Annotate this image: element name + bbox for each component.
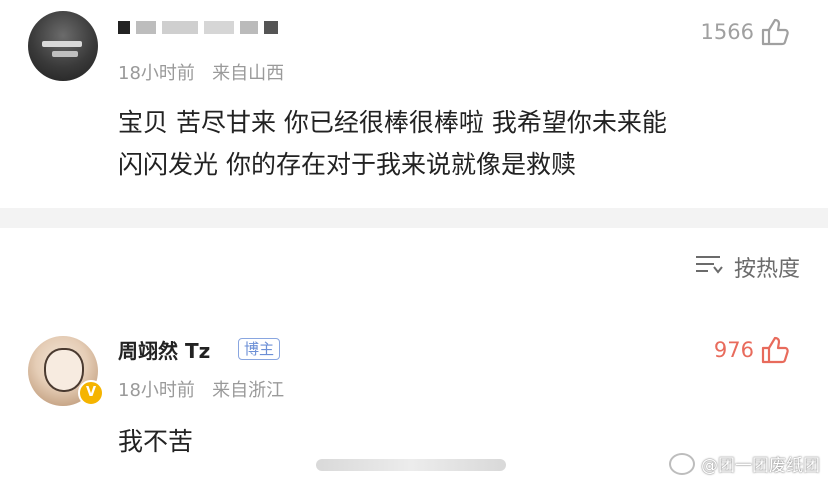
like-count: 976 [713,338,754,362]
thumbs-up-icon [760,18,790,46]
comment-item: 18小时前 来自山西 1566 宝贝 苦尽甘来 你已经很棒很棒啦 我希望你未来能… [0,0,828,208]
like-count: 1566 [700,20,754,44]
redacted-text [316,459,506,471]
thumbs-up-icon [760,336,790,364]
username-redacted[interactable] [118,21,278,34]
watermark: @团一团废纸团 [669,451,820,476]
avatar-detail [42,41,82,47]
weibo-logo-icon [669,452,695,475]
avatar[interactable] [28,11,98,81]
like-button[interactable]: 1566 [701,18,790,46]
verified-badge-icon: V [78,380,104,406]
username[interactable]: 周翊然 Tz [118,335,210,364]
avatar-detail [52,51,78,57]
section-divider [0,208,828,228]
watermark-text: @团一团废纸团 [701,456,820,476]
sort-by-hot-button[interactable]: 按热度 [694,251,800,283]
like-button[interactable]: 976 [714,336,790,364]
sort-lines-icon [694,253,724,281]
avatar-face [44,348,84,392]
comment-text: 宝贝 苦尽甘来 你已经很棒很棒啦 我希望你未来能 闪闪发光 你的存在对于我来说就… [118,102,798,186]
comment-text-line: 闪闪发光 你的存在对于我来说就像是救赎 [118,150,576,179]
blogger-badge: 博主 [238,338,281,360]
avatar[interactable]: V [28,336,104,406]
comment-meta: 18小时前 来自浙江 [118,380,285,401]
sort-label: 按热度 [733,257,800,282]
comment-text-line: 宝贝 苦尽甘来 你已经很棒很棒啦 我希望你未来能 [118,108,667,137]
comment-meta: 18小时前 来自山西 [118,63,285,84]
